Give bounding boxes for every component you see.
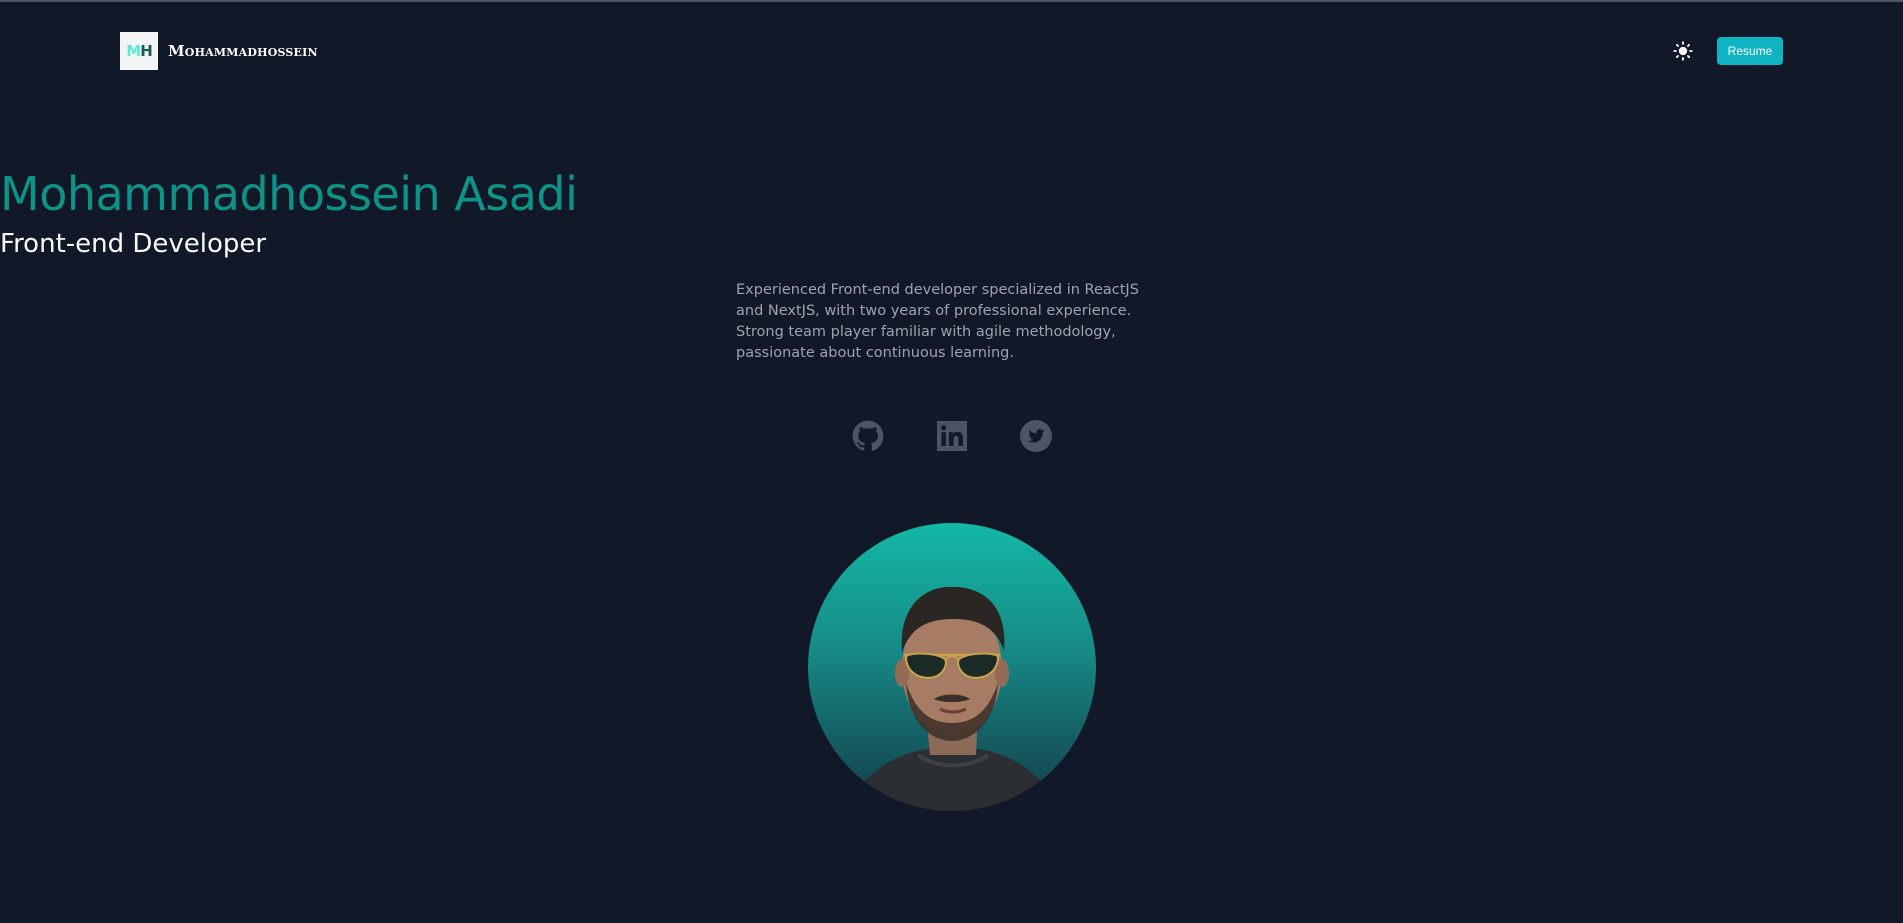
linkedin-icon bbox=[936, 421, 967, 451]
linkedin-link[interactable] bbox=[936, 420, 968, 452]
profile-avatar bbox=[808, 523, 1096, 811]
brand-home-link[interactable]: MH Mohammadhossein bbox=[120, 32, 318, 70]
logo-letter-h: H bbox=[140, 42, 153, 60]
hero-role: Front-end Developer bbox=[0, 229, 267, 259]
sun-icon bbox=[1673, 41, 1693, 61]
resume-button[interactable]: Resume bbox=[1717, 37, 1783, 65]
page: MH Mohammadhossein Resume Mohammadhossei… bbox=[0, 0, 1903, 923]
github-link[interactable] bbox=[852, 420, 884, 452]
social-links bbox=[0, 420, 1903, 452]
github-icon bbox=[852, 420, 883, 451]
logo-letter-m: M bbox=[126, 42, 141, 60]
theme-toggle-button[interactable] bbox=[1672, 40, 1694, 62]
hero-description: Experienced Front-end developer speciali… bbox=[736, 282, 1139, 361]
hero-name: Mohammadhossein Asadi bbox=[0, 167, 578, 221]
portrait-illustration bbox=[848, 586, 1058, 811]
twitter-icon bbox=[1019, 420, 1052, 452]
top-border bbox=[0, 0, 1903, 2]
brand-name: Mohammadhossein bbox=[168, 42, 318, 60]
logo: MH bbox=[120, 32, 158, 70]
twitter-link[interactable] bbox=[1019, 420, 1052, 452]
